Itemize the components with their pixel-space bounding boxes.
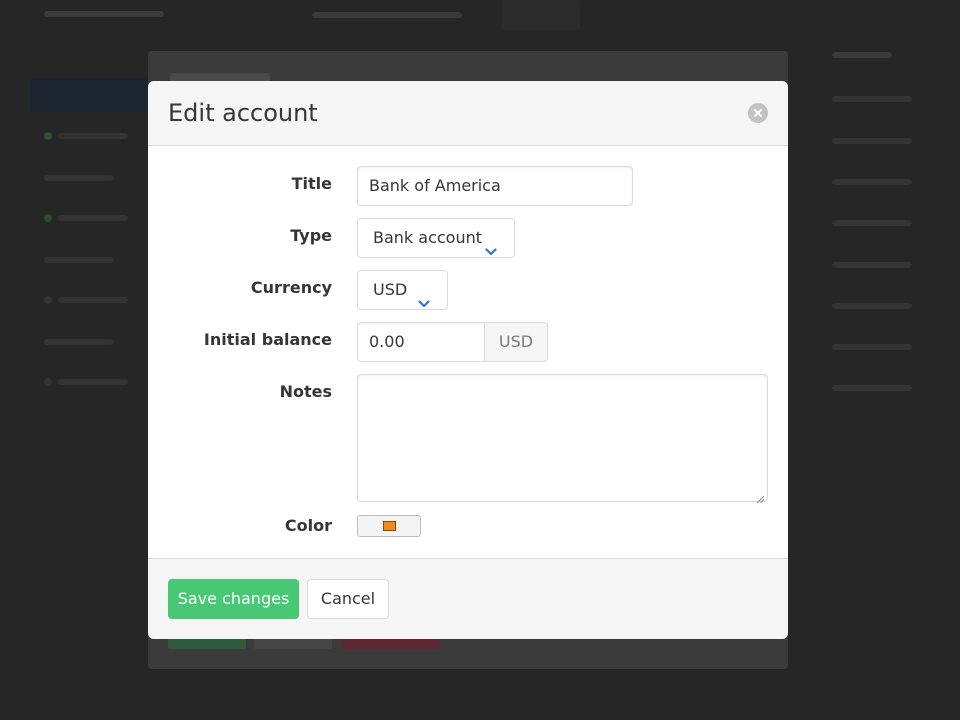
- initial-balance-label: Initial balance: [203, 330, 332, 349]
- modal-title: Edit account: [168, 99, 318, 127]
- chevron-down-icon: [485, 233, 497, 256]
- color-label: Color: [284, 516, 332, 535]
- background-amount: [832, 179, 912, 185]
- background-amount: [832, 220, 912, 226]
- background-sidebar-row: [44, 336, 134, 348]
- background-sidebar-row: [44, 172, 134, 184]
- background-sidebar-row: [44, 254, 134, 266]
- resize-grip-icon[interactable]: [755, 489, 765, 504]
- background-sidebar: [30, 78, 148, 398]
- currency-select-value: USD: [373, 280, 408, 299]
- background-amount: [832, 138, 912, 144]
- type-select[interactable]: Bank account: [357, 218, 515, 258]
- type-select-value: Bank account: [373, 228, 483, 247]
- currency-label: Currency: [250, 278, 332, 297]
- modal-footer: Save changes Cancel: [148, 558, 788, 639]
- type-label: Type: [290, 226, 332, 245]
- background-period-button: [502, 0, 580, 30]
- close-icon[interactable]: [748, 103, 768, 123]
- modal-body: Title Bank of America Type Bank account …: [148, 146, 788, 558]
- background-topbar: [0, 0, 960, 36]
- initial-balance-input[interactable]: 0.00: [357, 322, 485, 362]
- color-picker-button[interactable]: [357, 515, 421, 537]
- background-period-selector: [312, 5, 482, 25]
- background-brand: [44, 6, 184, 22]
- save-changes-button[interactable]: Save changes: [168, 579, 299, 619]
- background-sidebar-row: [44, 130, 134, 142]
- background-sidebar-row: [44, 294, 134, 306]
- edit-account-modal: Edit account Title Bank of America Type …: [148, 81, 788, 639]
- background-sidebar-row: [44, 212, 134, 224]
- background-sidebar-active-item: [30, 78, 148, 112]
- modal-header: Edit account: [148, 81, 788, 146]
- background-amount: [832, 344, 912, 350]
- notes-textarea[interactable]: [357, 374, 768, 504]
- chevron-down-icon: [418, 285, 430, 308]
- background-amount: [832, 96, 912, 102]
- background-sidebar-row: [44, 376, 134, 388]
- title-input[interactable]: Bank of America: [357, 166, 633, 206]
- currency-select[interactable]: USD: [357, 270, 448, 310]
- cancel-button[interactable]: Cancel: [307, 579, 389, 619]
- title-label: Title: [291, 174, 332, 193]
- currency-addon: USD: [484, 322, 548, 362]
- background-amount-header: [832, 52, 892, 58]
- notes-label: Notes: [279, 382, 332, 401]
- background-amount: [832, 385, 912, 391]
- background-amount: [832, 262, 912, 268]
- background-amount: [832, 303, 912, 309]
- color-swatch: [383, 521, 396, 531]
